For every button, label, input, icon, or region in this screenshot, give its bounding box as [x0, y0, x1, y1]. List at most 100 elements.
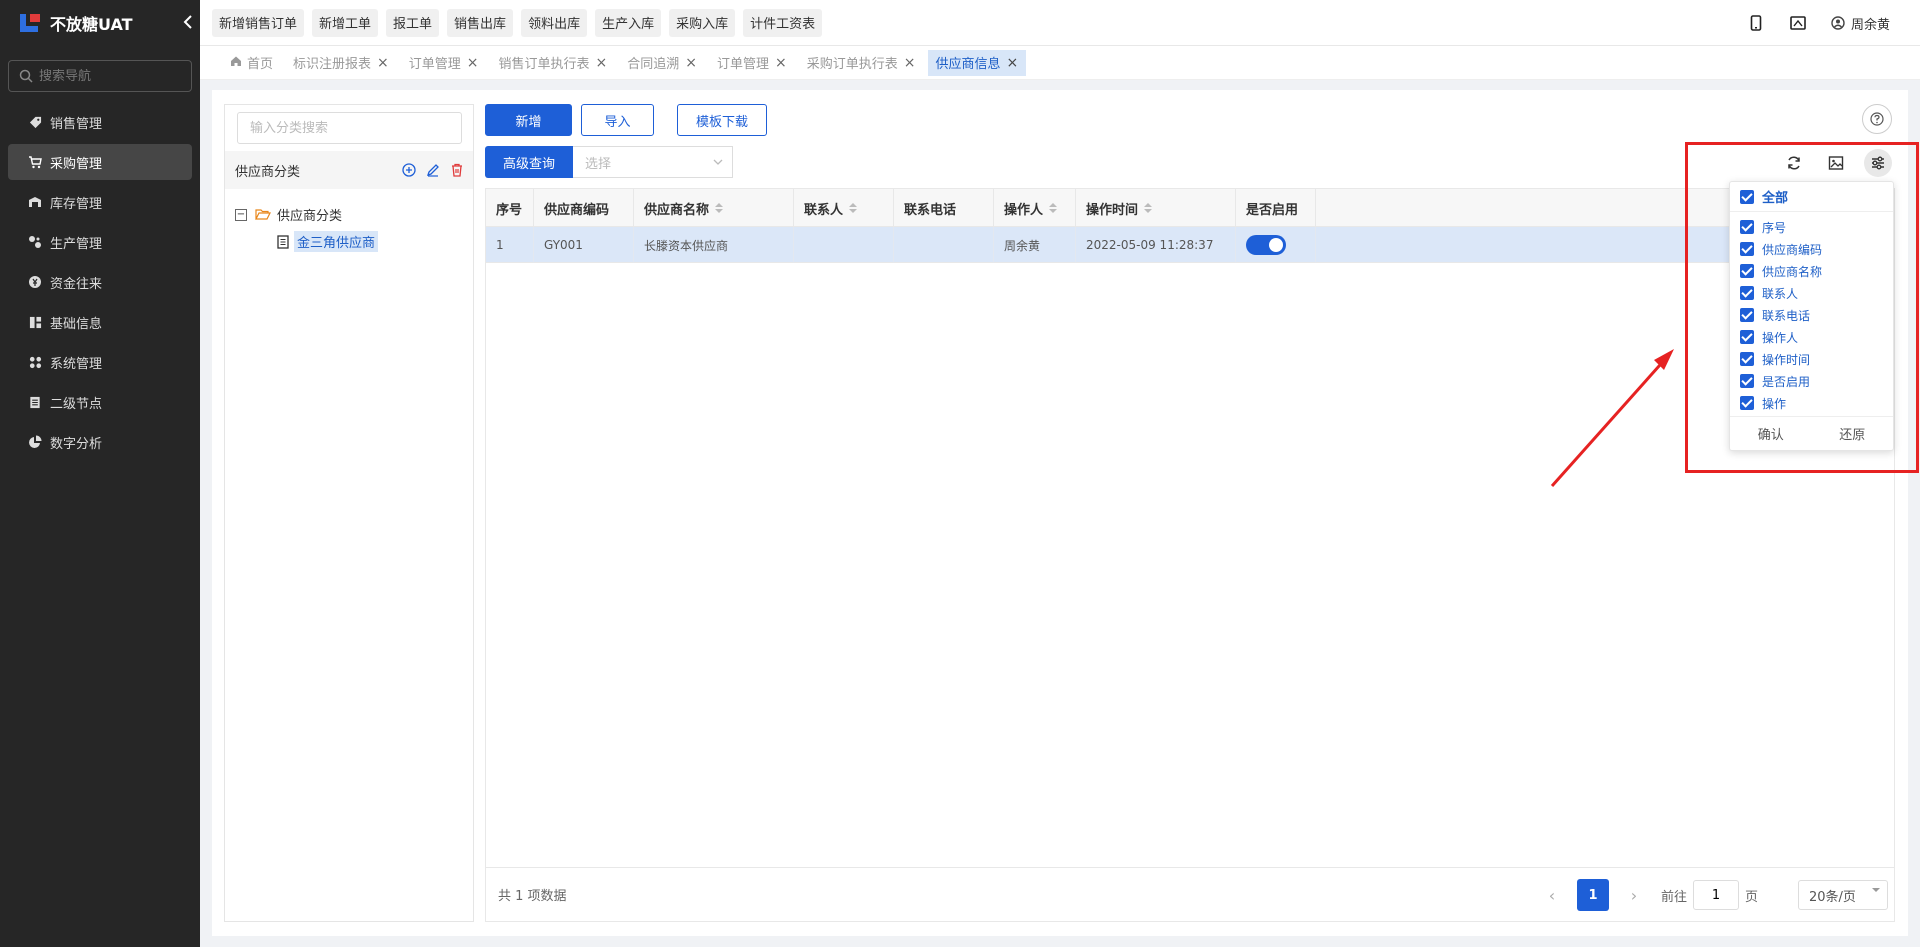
user-menu[interactable]: 周余黄 [1831, 14, 1890, 33]
total-count: 共 1 项数据 [498, 889, 567, 904]
close-icon[interactable]: × [596, 55, 608, 71]
tree-collapse-toggle[interactable]: − [235, 208, 247, 221]
sidebar-item-label: 二级节点 [50, 396, 103, 412]
add-button[interactable]: 新增 [485, 104, 572, 136]
sidebar-item-6[interactable]: 系统管理 [8, 344, 192, 380]
brand-title: 不放糖UAT [50, 15, 133, 34]
sidebar-item-label: 数字分析 [50, 436, 103, 452]
quick-button-6[interactable]: 采购入库 [669, 8, 736, 37]
user-icon [1831, 16, 1845, 30]
nav-list: 销售管理采购管理库存管理生产管理资金往来基础信息系统管理二级节点数字分析 [0, 104, 200, 460]
toggle-knob [1269, 238, 1283, 252]
sort-icon[interactable] [1049, 203, 1058, 213]
close-icon[interactable]: × [775, 55, 787, 71]
cell-index: 1 [486, 227, 534, 263]
sidebar-item-7[interactable]: 二级节点 [8, 384, 192, 420]
tab-2[interactable]: 订单管理 × [401, 50, 487, 76]
column-header-5[interactable]: 操作人 [994, 189, 1076, 227]
table-header: 序号 供应商编码 供应商名称 联系人 联系电话 操作人 操作时间 是否启用 [486, 189, 1894, 227]
sidebar-item-2[interactable]: 库存管理 [8, 184, 192, 220]
sort-icon[interactable] [1144, 203, 1153, 213]
tab-label: 首页 [247, 57, 274, 72]
column-header-1: 供应商编码 [534, 189, 634, 227]
sidebar-item-label: 库存管理 [50, 196, 103, 212]
sort-icon[interactable] [715, 203, 724, 213]
quick-button-1[interactable]: 新增工单 [312, 8, 379, 37]
chevron-left-icon[interactable] [176, 14, 200, 33]
edit-category-icon[interactable] [425, 162, 441, 178]
column-header-6[interactable]: 操作时间 [1076, 189, 1236, 227]
sidebar-item-label: 销售管理 [50, 116, 103, 132]
mobile-icon[interactable] [1747, 14, 1765, 32]
sidebar-item-1[interactable]: 采购管理 [8, 144, 192, 180]
sidebar-item-label: 系统管理 [50, 356, 103, 372]
sidebar-item-0[interactable]: 销售管理 [8, 104, 192, 140]
tab-0[interactable]: 首页 [222, 50, 281, 76]
column-header-label: 操作时间 [1086, 202, 1139, 218]
tree-node-root[interactable]: − 供应商分类 [235, 205, 342, 224]
close-icon[interactable]: × [904, 55, 916, 71]
tab-4[interactable]: 合同追溯 × [619, 50, 705, 76]
sidebar-item-label: 采购管理 [50, 156, 103, 172]
cell-name: 长滕资本供应商 [634, 227, 794, 263]
import-button[interactable]: 导入 [581, 104, 654, 136]
tab-7[interactable]: 供应商信息 × [927, 49, 1027, 76]
add-category-icon[interactable] [401, 162, 417, 178]
annotation-highlight-box [1685, 142, 1919, 473]
column-header-3[interactable]: 联系人 [794, 189, 894, 227]
sidebar-item-5[interactable]: 基础信息 [8, 304, 192, 340]
page-number-current[interactable]: 1 [1576, 879, 1609, 911]
tree-node-child[interactable]: 金三角供应商 [277, 231, 379, 252]
tab-3[interactable]: 销售订单执行表 × [491, 50, 616, 76]
help-icon[interactable] [1862, 104, 1892, 134]
category-search-input[interactable] [237, 112, 462, 144]
sort-icon[interactable] [849, 203, 858, 213]
table-row[interactable]: 1 GY001 长滕资本供应商 周余黄 2022-05-09 11:28:37 [486, 227, 1894, 263]
quick-button-0[interactable]: 新增销售订单 [212, 8, 305, 37]
tab-6[interactable]: 采购订单执行表 × [799, 50, 924, 76]
quick-button-5[interactable]: 生产入库 [595, 8, 662, 37]
brand-logo [18, 10, 44, 36]
quick-button-2[interactable]: 报工单 [386, 8, 440, 37]
enabled-toggle[interactable] [1246, 235, 1286, 255]
screen-icon[interactable] [1789, 14, 1807, 32]
tree-header: 供应商分类 [225, 151, 473, 189]
tab-label: 合同追溯 [627, 57, 680, 72]
tab-1[interactable]: 标识注册报表 × [285, 50, 397, 76]
tree-child-label[interactable]: 金三角供应商 [294, 231, 379, 252]
quick-button-7[interactable]: 计件工资表 [743, 8, 823, 37]
page-size-value: 20条/页 [1809, 889, 1856, 905]
system-icon [28, 355, 42, 369]
page-unit-label: 页 [1744, 889, 1758, 905]
close-icon[interactable]: × [377, 55, 389, 71]
nav-search-input[interactable] [39, 68, 169, 84]
close-icon[interactable]: × [685, 55, 697, 71]
close-icon[interactable]: × [467, 55, 479, 71]
delete-category-icon[interactable] [449, 162, 465, 178]
advanced-query-button[interactable]: 高级查询 [485, 146, 573, 178]
sidebar-item-label: 资金往来 [50, 276, 103, 292]
template-download-button[interactable]: 模板下载 [677, 104, 767, 136]
quick-button-3[interactable]: 销售出库 [447, 8, 514, 37]
column-header-2[interactable]: 供应商名称 [634, 189, 794, 227]
topbar: 新增销售订单 新增工单 报工单 销售出库 领料出库 生产入库 采购入库 计件工资表 周余黄 [200, 0, 1920, 46]
tab-5[interactable]: 订单管理 × [709, 50, 795, 76]
sidebar-item-8[interactable]: 数字分析 [8, 424, 192, 460]
pie-chart-icon [28, 435, 42, 449]
nav-search[interactable] [8, 60, 192, 92]
query-select[interactable]: 选择 [573, 146, 733, 178]
money-icon [28, 275, 42, 289]
page-size-select[interactable]: 20条/页 [1798, 880, 1888, 910]
next-page-icon[interactable]: › [1623, 886, 1645, 905]
goto-page-input[interactable] [1692, 880, 1739, 910]
tab-label: 订单管理 [408, 57, 461, 72]
quick-button-4[interactable]: 领料出库 [521, 8, 588, 37]
brand: 不放糖UAT [0, 0, 200, 46]
close-icon[interactable]: × [1007, 55, 1019, 71]
column-header-label: 联系人 [804, 202, 844, 218]
sidebar-item-4[interactable]: 资金往来 [8, 264, 192, 300]
sidebar-item-3[interactable]: 生产管理 [8, 224, 192, 260]
user-name: 周余黄 [1850, 17, 1890, 33]
tab-label: 采购订单执行表 [806, 57, 898, 72]
prev-page-icon[interactable]: ‹ [1541, 886, 1563, 905]
